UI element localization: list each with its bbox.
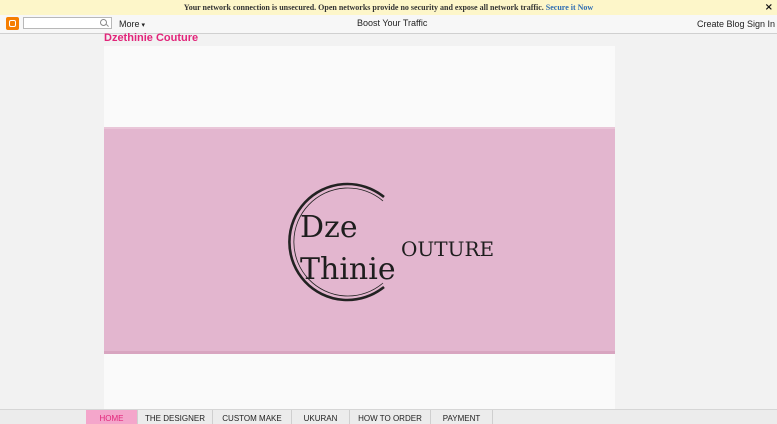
secure-it-now-link[interactable]: Secure it Now — [546, 3, 593, 12]
couture-logo: Dze Thinie OUTURE — [288, 182, 494, 302]
blog-search-input[interactable] — [23, 17, 112, 29]
tab-home[interactable]: HOME — [86, 410, 138, 424]
logo-text-dze: Dze — [300, 210, 358, 245]
more-label: More — [119, 19, 140, 29]
blog-title[interactable]: Dzethinie Couture — [104, 31, 198, 45]
sign-in-link[interactable]: Sign In — [747, 15, 775, 33]
security-warning-message: Your network connection is unsecured. Op… — [183, 3, 544, 12]
logo-text-thinie: Thinie — [300, 252, 396, 287]
tab-ukuran[interactable]: UKURAN — [292, 410, 350, 424]
header-banner[interactable]: Dze Thinie OUTURE — [104, 127, 615, 354]
boost-traffic-link[interactable]: Boost Your Traffic — [357, 15, 427, 31]
create-blog-link[interactable]: Create Blog — [697, 15, 745, 33]
close-icon[interactable]: × — [765, 0, 773, 15]
search-icon[interactable] — [100, 19, 107, 26]
chevron-down-icon: ▾ — [141, 22, 146, 29]
tab-payment[interactable]: PAYMENT — [431, 410, 493, 424]
tab-the-designer[interactable]: THE DESIGNER — [138, 410, 213, 424]
security-warning-bar: Your network connection is unsecured. Op… — [0, 0, 777, 16]
logo-text-outure: OUTURE — [401, 237, 494, 261]
tab-how-to-order[interactable]: HOW TO ORDER — [350, 410, 431, 424]
main-tab-bar: HOME THE DESIGNER CUSTOM MAKE UKURAN HOW… — [0, 409, 777, 424]
tab-custom-make[interactable]: CUSTOM MAKE — [213, 410, 292, 424]
blogger-logo-icon[interactable] — [6, 17, 19, 30]
